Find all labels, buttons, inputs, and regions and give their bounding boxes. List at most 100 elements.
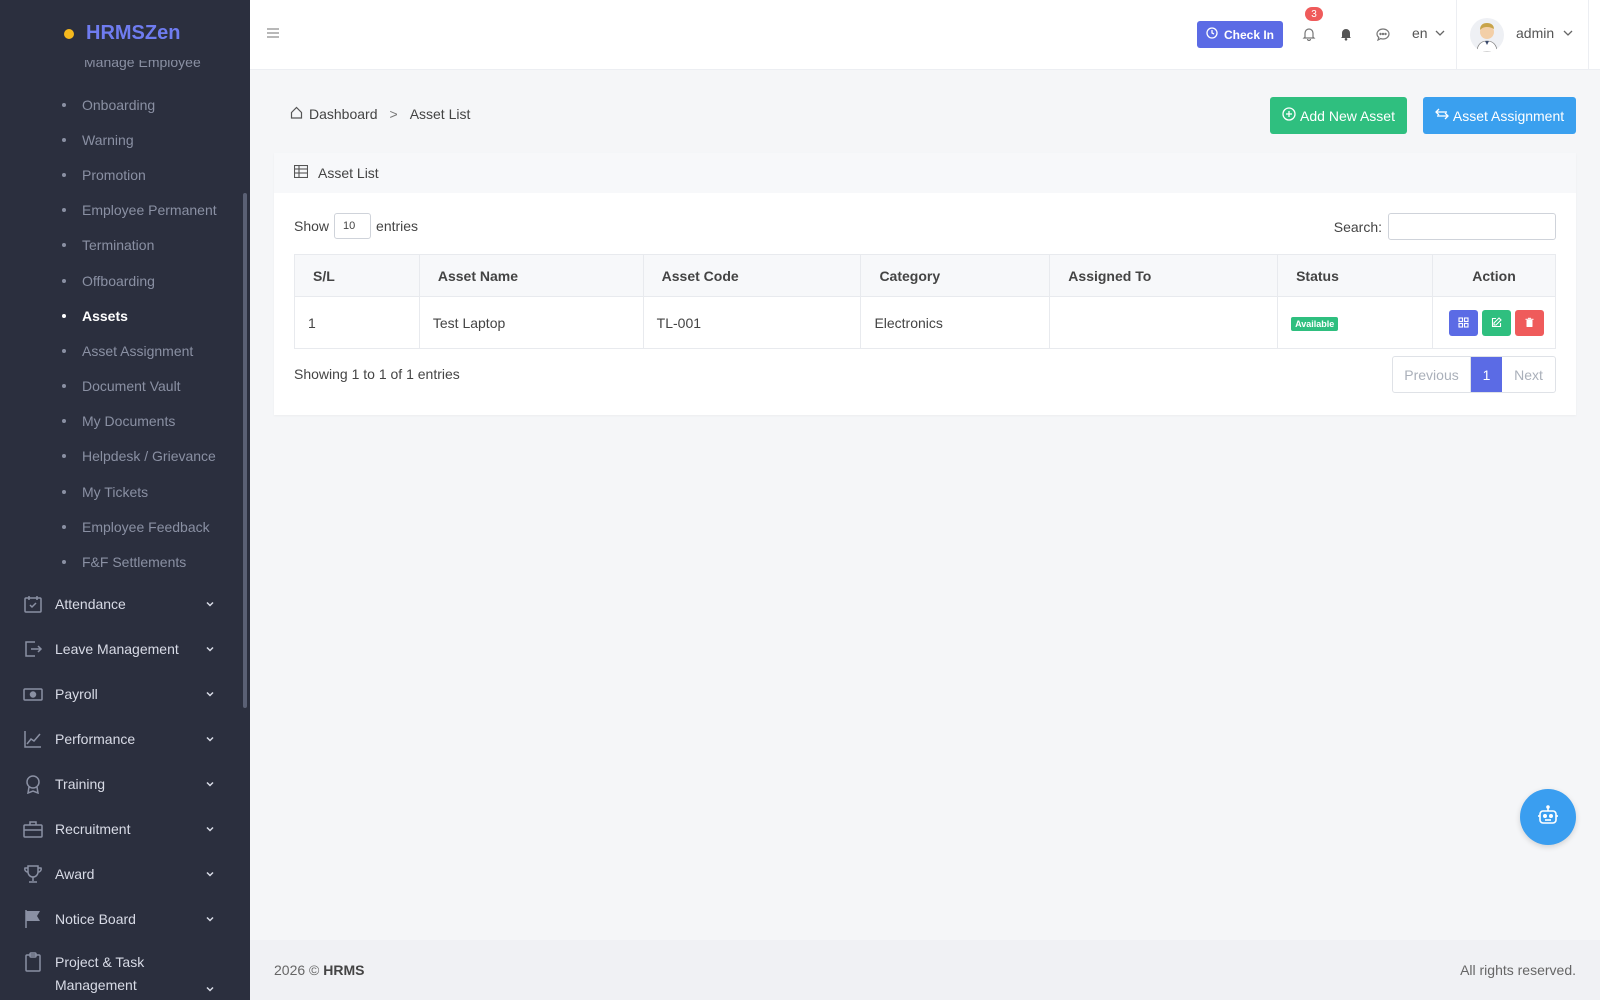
edit-button[interactable] (1481, 309, 1511, 336)
bullet-icon (62, 524, 66, 529)
calendar-check-icon (22, 593, 44, 615)
sidebar-item-my-tickets[interactable]: My Tickets (0, 474, 240, 509)
sidebar-item-award[interactable]: Award (0, 851, 240, 896)
sidebar-item-promotion[interactable]: Promotion (0, 157, 240, 192)
brand-logo[interactable]: HRMSZen (64, 22, 180, 45)
bullet-icon (62, 208, 66, 213)
sidebar-item-asset-assignment[interactable]: Asset Assignment (0, 333, 240, 368)
brand-name: HRMSZen (86, 22, 181, 44)
breadcrumb-dashboard-link[interactable]: Dashboard (309, 106, 378, 122)
sidebar-item-label: Warning (82, 131, 134, 148)
sidebar-item-label: Helpdesk / Grievance (82, 448, 216, 465)
chevron-down-icon (204, 983, 216, 995)
view-button[interactable] (1448, 309, 1478, 336)
pagination-page-1[interactable]: 1 (1471, 357, 1502, 392)
delete-button[interactable] (1514, 309, 1544, 336)
sidebar-item-label: Promotion (82, 166, 146, 183)
breadcrumb: Dashboard > Asset List (290, 106, 470, 122)
entries-select[interactable]: 10 (334, 213, 372, 239)
pagination-previous[interactable]: Previous (1393, 357, 1471, 392)
sidebar-item-notice-board[interactable]: Notice Board (0, 896, 240, 941)
sidebar-item-leave-management[interactable]: Leave Management (0, 626, 240, 671)
sidebar-item-offboarding[interactable]: Offboarding (0, 263, 240, 298)
bullet-icon (62, 454, 66, 459)
footer-year: 2026 © (274, 962, 320, 978)
sidebar-item-termination[interactable]: Termination (0, 228, 240, 263)
sidebar-item-project-task[interactable]: Project & Task Management (0, 941, 240, 1000)
pagination-next[interactable]: Next (1502, 357, 1555, 392)
sidebar-item-ff-settlements[interactable]: F&F Settlements (0, 544, 240, 579)
sidebar-item-manage-employee[interactable]: Manage Employee (84, 60, 201, 72)
sidebar-scrollbar[interactable] (243, 193, 247, 708)
sidebar-item-document-vault[interactable]: Document Vault (0, 369, 240, 404)
bullet-icon (62, 348, 66, 353)
chat-icon[interactable] (1375, 26, 1391, 42)
row-actions (1446, 309, 1555, 336)
sidebar-item-label: Document Vault (82, 378, 181, 395)
topbar: Check In 3 en admin (250, 0, 1600, 70)
chevron-down-icon (204, 598, 216, 610)
column-header-status[interactable]: Status (1277, 254, 1433, 297)
sidebar-item-assets[interactable]: Assets (0, 298, 240, 333)
cell-category: Electronics (860, 296, 1051, 349)
table-header-row: S/L Asset Name Asset Code Category Assig… (294, 254, 1557, 297)
award-ribbon-icon (22, 773, 44, 795)
chevron-down-icon (204, 733, 216, 745)
chevron-down-icon (204, 913, 216, 925)
sidebar-item-label: Recruitment (55, 820, 131, 837)
table-info: Showing 1 to 1 of 1 entries (294, 366, 460, 382)
add-new-asset-button[interactable]: Add New Asset (1270, 97, 1407, 134)
swap-arrows-icon (1434, 107, 1449, 124)
language-selector[interactable]: en (1412, 25, 1446, 41)
bullet-icon (62, 102, 66, 107)
column-header-assigned-to[interactable]: Assigned To (1049, 254, 1279, 297)
card-header: Asset List (274, 153, 1576, 193)
sidebar-item-employee-feedback[interactable]: Employee Feedback (0, 509, 240, 544)
hamburger-menu-icon[interactable] (266, 26, 280, 40)
sidebar-item-recruitment[interactable]: Recruitment (0, 806, 240, 851)
sidebar-item-label: Offboarding (82, 272, 155, 289)
cell-sl: 1 (294, 296, 420, 349)
sidebar-item-label: F&F Settlements (82, 554, 187, 571)
cell-action (1431, 296, 1557, 349)
user-menu[interactable]: admin (1516, 25, 1574, 41)
grid-icon (1458, 315, 1469, 331)
card-title: Asset List (318, 165, 379, 181)
sidebar-item-attendance[interactable]: Attendance (0, 581, 240, 626)
leave-icon (22, 638, 44, 660)
user-avatar[interactable] (1470, 18, 1504, 52)
column-header-sl[interactable]: S/L (294, 254, 420, 297)
bell-outline-icon[interactable] (1301, 26, 1317, 42)
bullet-icon (62, 419, 66, 424)
sidebar-item-label: Termination (82, 237, 155, 254)
asset-assignment-button[interactable]: Asset Assignment (1423, 97, 1576, 134)
bell-icon[interactable] (1338, 26, 1354, 42)
show-label: Show (294, 218, 330, 234)
sidebar-item-warning[interactable]: Warning (0, 122, 240, 157)
column-header-category[interactable]: Category (860, 254, 1051, 297)
sidebar-item-performance[interactable]: Performance (0, 716, 240, 761)
plus-circle-icon (1282, 107, 1296, 124)
sidebar-item-label: Employee Feedback (82, 518, 210, 535)
sidebar-item-label: Training (55, 775, 106, 792)
sidebar-item-label: Performance (55, 730, 136, 747)
chevron-down-icon (1562, 25, 1574, 41)
sidebar-item-helpdesk[interactable]: Helpdesk / Grievance (0, 439, 240, 474)
sidebar-menu: Attendance Leave Management Payroll Perf… (0, 581, 240, 1000)
sidebar-item-label: Award (55, 865, 95, 882)
column-header-asset-code[interactable]: Asset Code (642, 254, 862, 297)
chatbot-button[interactable] (1520, 789, 1576, 845)
check-in-button[interactable]: Check In (1197, 21, 1284, 48)
column-header-asset-name[interactable]: Asset Name (418, 254, 644, 297)
clock-icon (1206, 27, 1218, 42)
sidebar-item-label: Employee Permanent (82, 202, 217, 219)
sidebar-item-employee-permanent[interactable]: Employee Permanent (0, 193, 240, 228)
sidebar-item-payroll[interactable]: Payroll (0, 671, 240, 716)
search-input[interactable] (1388, 213, 1556, 240)
chevron-down-icon (204, 643, 216, 655)
sidebar-item-label: Asset Assignment (82, 342, 194, 359)
sidebar-item-onboarding[interactable]: Onboarding (0, 87, 240, 122)
sidebar-item-training[interactable]: Training (0, 761, 240, 806)
sidebar-item-my-documents[interactable]: My Documents (0, 404, 240, 439)
footer: 2026 © HRMS All rights reserved. (250, 940, 1600, 1000)
